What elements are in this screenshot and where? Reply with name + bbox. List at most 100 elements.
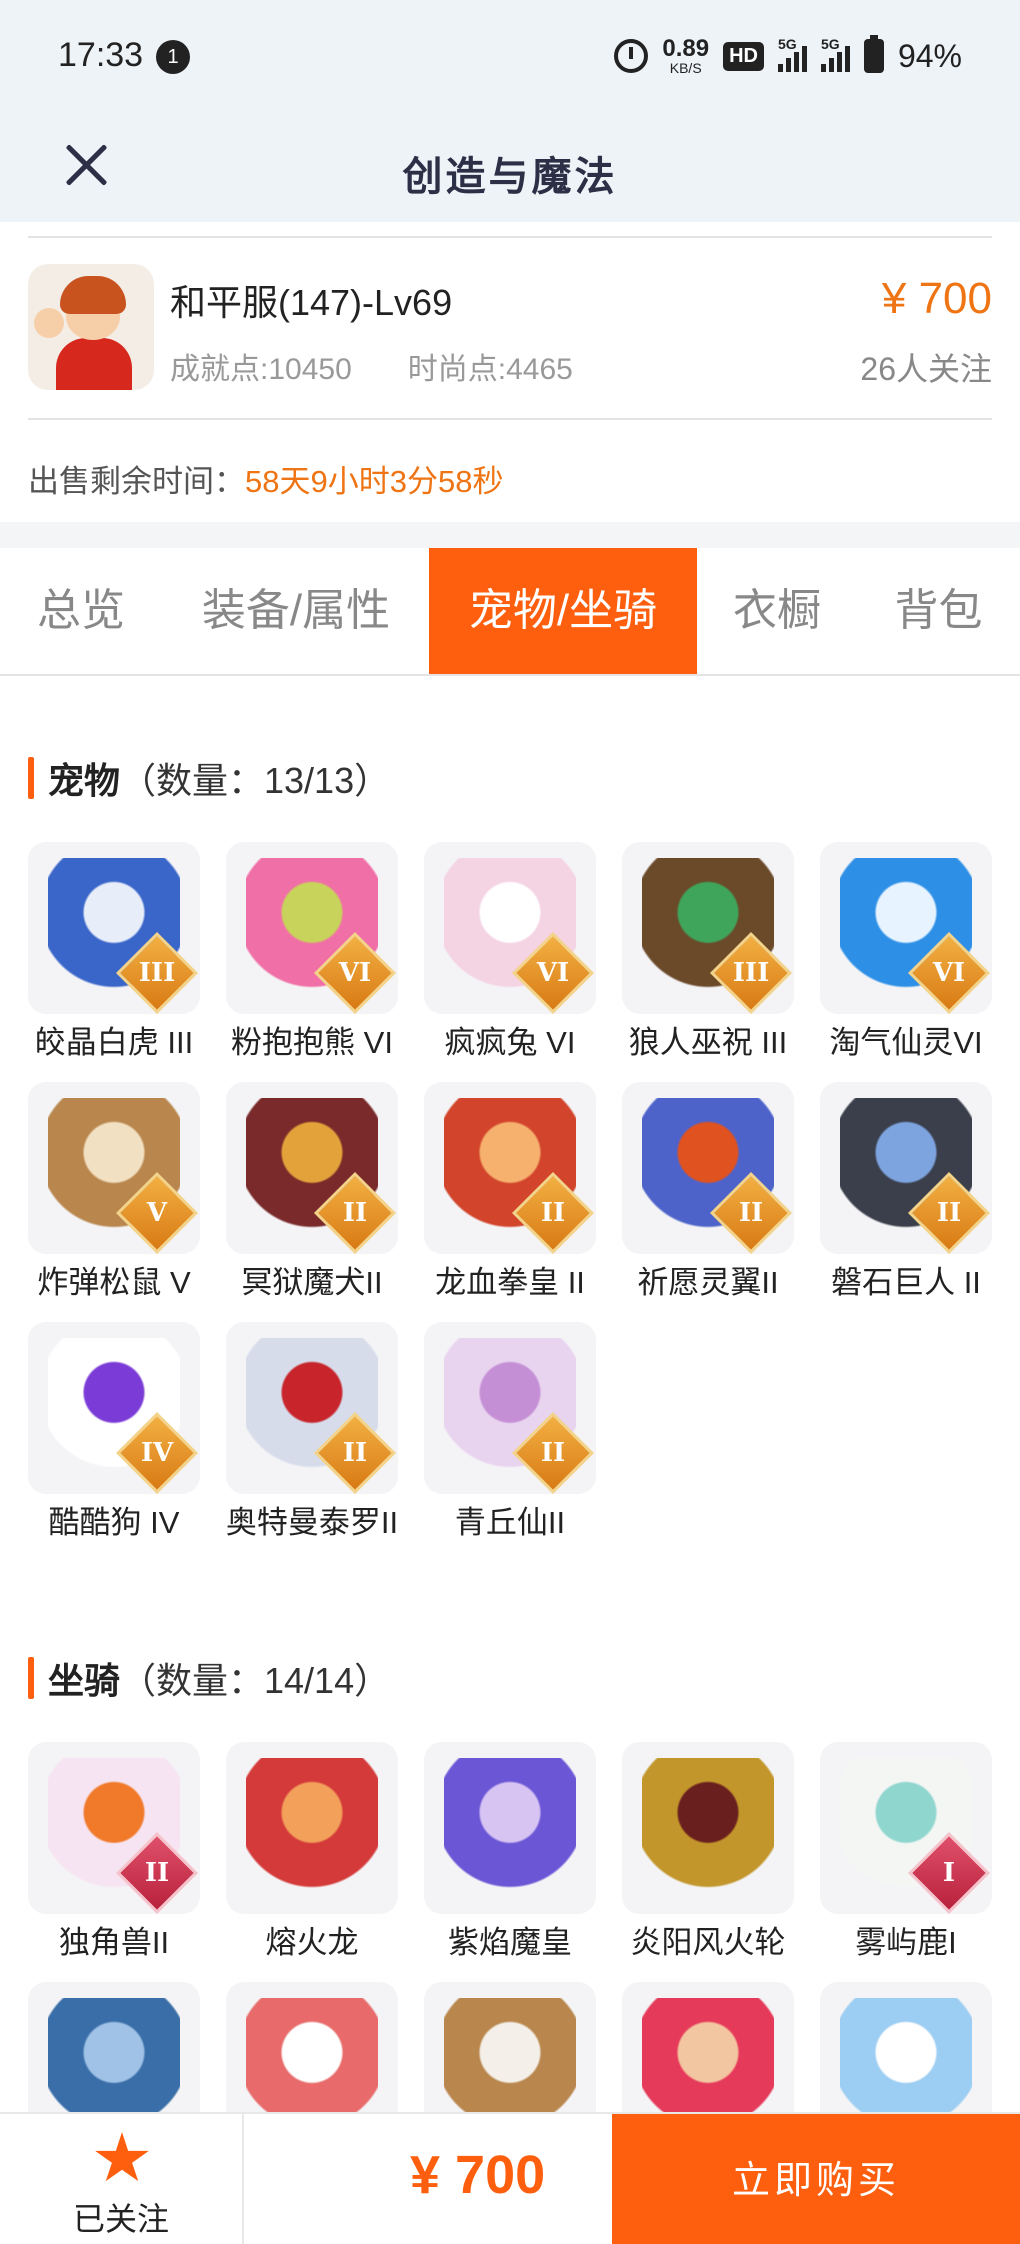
status-bar: 17:33 1 0.89 KB/S HD 5G 5G 94% <box>0 0 1020 110</box>
rank-numeral: VI <box>932 958 966 988</box>
pet-item[interactable]: VI 粉抱抱熊 VI <box>226 842 398 1064</box>
account-card: 和平服(147)-Lv69 成就点:10450 时尚点:4465 ¥ 700 2… <box>0 222 1020 522</box>
account-name: 和平服(147)-Lv69 <box>170 282 453 323</box>
mount-item[interactable]: II 独角兽II <box>28 1742 200 1964</box>
hd-icon: HD <box>723 41 764 71</box>
mount-item[interactable]: I 雾屿鹿I <box>820 1742 992 1964</box>
battery-icon <box>863 35 884 73</box>
mount-thumbnail: I <box>820 1742 992 1914</box>
pet-name: 祈愿灵翼II <box>637 1265 779 1300</box>
pets-count: （数量：13/13） <box>120 760 391 801</box>
bottom-price: ¥ 700 <box>410 2145 546 2205</box>
status-time: 17:33 <box>58 36 144 74</box>
pet-name: 皎晶白虎 III <box>34 1025 194 1060</box>
rank-numeral: IV <box>140 1438 174 1468</box>
follow-label: 已关注 <box>72 2201 169 2237</box>
section-separator <box>0 522 1020 548</box>
pet-item[interactable]: II 冥狱魔犬II <box>226 1082 398 1304</box>
pet-item[interactable]: V 炸弹松鼠 V <box>28 1082 200 1304</box>
pet-item[interactable]: VI 淘气仙灵VI <box>820 842 992 1064</box>
pet-item[interactable]: III 狼人巫祝 III <box>622 842 794 1064</box>
pet-name: 疯疯兔 VI <box>444 1025 576 1060</box>
rank-numeral: II <box>738 1198 764 1228</box>
pet-item[interactable]: II 祈愿灵翼II <box>622 1082 794 1304</box>
sale-remaining-time: 58天9小时3分58秒 <box>245 464 504 499</box>
rank-numeral: II <box>342 1198 368 1228</box>
rank-numeral: I <box>942 1858 956 1888</box>
status-icons: 0.89 KB/S HD 5G 5G 94% <box>614 35 962 76</box>
page-title: 创造与魔法 <box>402 153 618 200</box>
pet-thumbnail: II <box>424 1082 596 1254</box>
mounts-title: 坐骑 <box>48 1660 121 1701</box>
pet-thumbnail: III <box>622 842 794 1014</box>
net-speed-value: 0.89 <box>662 35 710 62</box>
pet-item[interactable]: IV 酷酷狗 IV <box>28 1322 200 1544</box>
star-icon <box>95 2132 149 2182</box>
page-header: 创造与魔法 <box>0 110 1020 222</box>
mount-thumbnail <box>622 1742 794 1914</box>
rank-numeral: III <box>138 958 176 988</box>
rank-numeral: II <box>540 1198 566 1228</box>
pet-name: 龙血拳皇 II <box>435 1265 585 1300</box>
tab-wardrobe[interactable]: 衣橱 <box>697 548 857 674</box>
rank-numeral: V <box>146 1198 168 1228</box>
mount-name: 熔火龙 <box>265 1925 359 1960</box>
mount-image <box>246 1758 378 1894</box>
divider <box>28 418 992 420</box>
mount-name: 独角兽II <box>58 1925 170 1960</box>
sim1-label: 5G <box>777 36 797 52</box>
pet-name: 冥狱魔犬II <box>241 1265 383 1300</box>
pet-thumbnail: III <box>28 842 200 1014</box>
pet-item[interactable]: III 皎晶白虎 III <box>28 842 200 1064</box>
pet-name: 青丘仙II <box>454 1505 566 1540</box>
tab-pets-mounts[interactable]: 宠物/坐骑 <box>429 548 697 674</box>
alarm-icon <box>614 39 649 73</box>
mounts-section-title: 坐骑 （数量：14/14） <box>28 1652 390 1704</box>
sale-remaining-label: 出售剩余时间： <box>28 464 245 499</box>
mount-item[interactable]: 熔火龙 <box>226 1742 398 1964</box>
mounts-count: （数量：14/14） <box>120 1660 391 1701</box>
mount-thumbnail: II <box>28 1742 200 1914</box>
mount-item[interactable]: 炎阳风火轮 <box>622 1742 794 1964</box>
tab-bag[interactable]: 背包 <box>857 548 1020 674</box>
buy-now-button[interactable]: 立即购买 <box>612 2114 1020 2244</box>
pet-thumbnail: IV <box>28 1322 200 1494</box>
mount-name: 紫焰魔皇 <box>448 1925 572 1960</box>
mount-thumbnail <box>424 1742 596 1914</box>
achievement-points: 成就点:10450 <box>170 353 352 386</box>
mount-item[interactable]: 紫焰魔皇 <box>424 1742 596 1964</box>
mount-thumbnail <box>226 1742 398 1914</box>
bottom-action-bar: 已关注 ¥ 700 立即购买 <box>0 2112 1020 2244</box>
network-speed: 0.89 KB/S <box>662 35 710 76</box>
pet-name: 粉抱抱熊 VI <box>231 1025 393 1060</box>
pet-item[interactable]: VI 疯疯兔 VI <box>424 842 596 1064</box>
follow-button[interactable]: 已关注 <box>0 2114 244 2244</box>
tab-equipment[interactable]: 装备/属性 <box>162 548 430 674</box>
pet-name: 狼人巫祝 III <box>628 1025 788 1060</box>
pet-item[interactable]: II 磐石巨人 II <box>820 1082 992 1304</box>
pet-item[interactable]: II 奥特曼泰罗II <box>226 1322 398 1544</box>
pet-name: 磐石巨人 II <box>831 1265 981 1300</box>
pet-item[interactable]: II 青丘仙II <box>424 1322 596 1544</box>
pet-name: 奥特曼泰罗II <box>225 1505 399 1540</box>
pet-name: 淘气仙灵VI <box>829 1025 983 1060</box>
sale-remaining: 出售剩余时间：58天9小时3分58秒 <box>28 456 503 501</box>
pet-thumbnail: VI <box>820 842 992 1014</box>
net-speed-unit: KB/S <box>669 60 702 76</box>
pet-item[interactable]: II 龙血拳皇 II <box>424 1082 596 1304</box>
pet-thumbnail: II <box>820 1082 992 1254</box>
rank-numeral: II <box>936 1198 962 1228</box>
pet-name: 酷酷狗 IV <box>48 1505 180 1540</box>
mount-name: 雾屿鹿I <box>855 1925 957 1960</box>
rank-numeral: II <box>342 1438 368 1468</box>
fashion-points: 时尚点:4465 <box>407 353 573 386</box>
battery-level: 94% <box>897 37 962 74</box>
tab-overview[interactable]: 总览 <box>0 548 162 674</box>
signal-icon-sim2: 5G <box>820 36 850 72</box>
pet-thumbnail: II <box>622 1082 794 1254</box>
mount-name: 炎阳风火轮 <box>630 1925 786 1960</box>
pet-thumbnail: II <box>226 1082 398 1254</box>
avatar <box>28 264 154 390</box>
rank-numeral: VI <box>536 958 570 988</box>
rank-numeral: II <box>540 1438 566 1468</box>
